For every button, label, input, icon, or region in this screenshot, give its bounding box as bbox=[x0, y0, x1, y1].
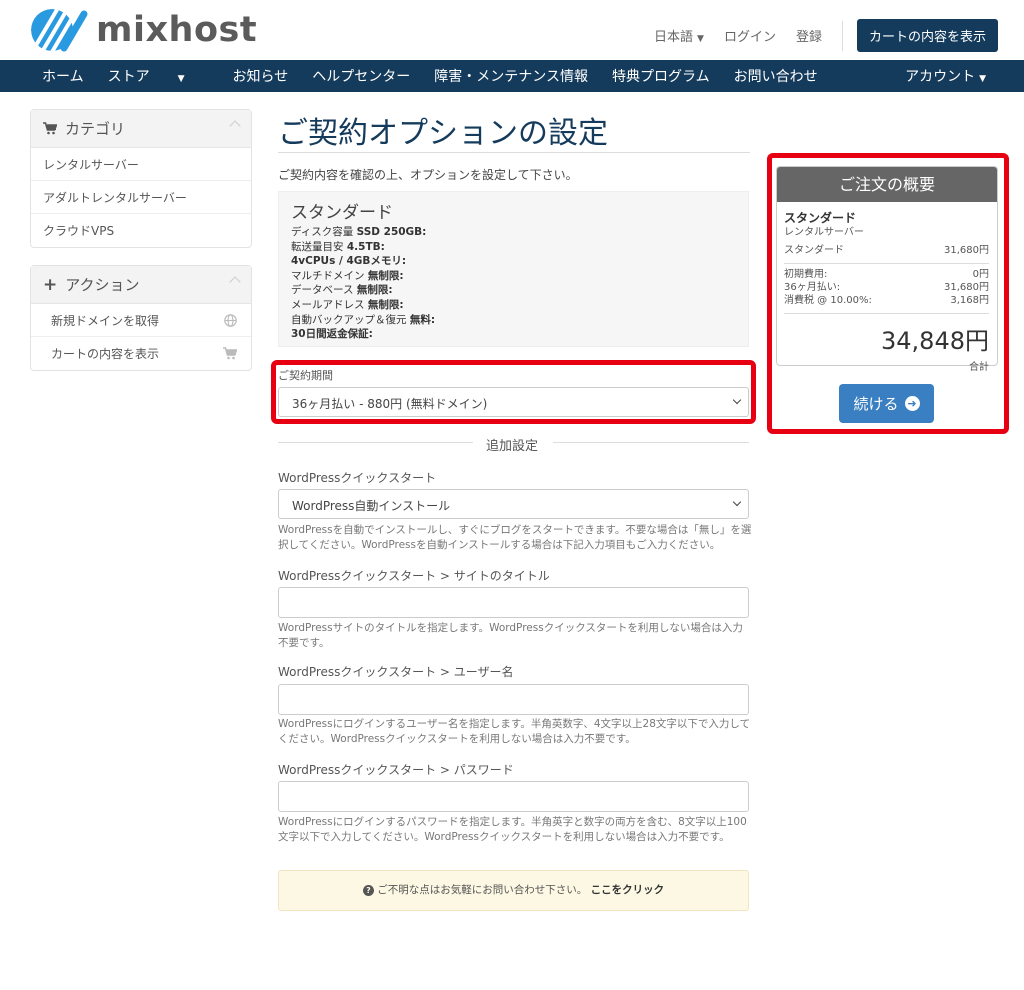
login-link[interactable]: ログイン bbox=[724, 26, 776, 45]
category-panel: カテゴリ レンタルサーバー アダルトレンタルサーバー クラウドVPS bbox=[30, 109, 252, 248]
wp-password-help: WordPressにログインするパスワードを指定します。半角英字と数字の両方を含… bbox=[278, 816, 747, 843]
divider-line bbox=[553, 442, 749, 443]
nav-account[interactable]: アカウント ▼ bbox=[905, 66, 986, 86]
caret-down-icon: ▼ bbox=[979, 74, 986, 84]
wp-username-input[interactable] bbox=[278, 684, 749, 715]
caret-down-icon: ▼ bbox=[697, 34, 704, 44]
plus-icon: + bbox=[43, 274, 58, 295]
sidebar-item-adult-rental-server[interactable]: アダルトレンタルサーバー bbox=[31, 181, 251, 214]
product-spec: データベース 無制限: bbox=[291, 284, 393, 297]
chevron-down-icon bbox=[732, 497, 742, 507]
site-header: mixhost 日本語 ▼ ログイン 登録 カートの内容を表示 bbox=[0, 0, 1024, 60]
category-panel-title: カテゴリ bbox=[65, 120, 126, 138]
help-notice-text: ご不明な点はお気軽にお問い合わせ下さい。 bbox=[377, 884, 588, 896]
main-nav: ホーム ストア ▼ お知らせ ヘルプセンター 障害・メンテナンス情報 特典プログラ… bbox=[0, 60, 1024, 92]
header-separator bbox=[841, 20, 843, 51]
billing-highlight-box bbox=[271, 360, 756, 424]
cart-icon bbox=[43, 122, 57, 135]
additional-settings-heading: 追加設定 bbox=[486, 439, 539, 454]
wp-password-input[interactable] bbox=[278, 781, 749, 812]
register-link[interactable]: 登録 bbox=[796, 26, 822, 45]
product-spec: メールアドレス 無制限: bbox=[291, 298, 404, 311]
collapse-chevron-icon[interactable] bbox=[229, 276, 241, 288]
nav-affiliate[interactable]: 特典プログラム bbox=[612, 66, 710, 86]
logo-text: mixhost bbox=[96, 10, 258, 50]
actions-panel-header[interactable]: + アクション bbox=[31, 266, 251, 304]
language-selector[interactable]: 日本語 ▼ bbox=[654, 26, 704, 45]
nav-help-center[interactable]: ヘルプセンター bbox=[312, 66, 410, 86]
product-info-box: スタンダード ディスク容量 SSD 250GB: 転送量目安 4.5TB: 4v… bbox=[278, 191, 749, 347]
product-name: スタンダード bbox=[291, 203, 393, 223]
page-title: ご契約オプションの設定 bbox=[278, 116, 608, 151]
cart-icon bbox=[223, 347, 237, 360]
nav-contact[interactable]: お問い合わせ bbox=[734, 66, 818, 86]
title-divider bbox=[278, 152, 750, 153]
wp-site-title-help: WordPressサイトのタイトルを指定します。WordPressクイックスター… bbox=[278, 622, 743, 649]
product-spec: ディスク容量 SSD 250GB: bbox=[291, 226, 427, 238]
sidebar-item-register-domain[interactable]: 新規ドメインを取得 bbox=[31, 304, 251, 337]
wp-password-label: WordPressクイックスタート > パスワード bbox=[278, 763, 514, 777]
contact-link[interactable]: ここをクリック bbox=[591, 884, 665, 896]
wp-quickstart-label: WordPressクイックスタート bbox=[278, 471, 437, 485]
actions-panel-title: アクション bbox=[65, 276, 140, 294]
nav-status[interactable]: 障害・メンテナンス情報 bbox=[434, 66, 588, 86]
wp-site-title-label: WordPressクイックスタート > サイトのタイトル bbox=[278, 569, 550, 583]
collapse-chevron-icon[interactable] bbox=[229, 120, 241, 132]
wp-username-help: WordPressにログインするユーザー名を指定します。半角英数字、4文字以上2… bbox=[278, 718, 751, 745]
logo-mark-icon bbox=[31, 9, 88, 52]
product-spec: 4vCPUs / 4GBメモリ: bbox=[291, 255, 407, 268]
summary-highlight-box bbox=[767, 153, 1009, 434]
divider-line bbox=[278, 442, 473, 443]
wp-site-title-input[interactable] bbox=[278, 587, 749, 618]
product-spec: マルチドメイン 無制限: bbox=[291, 269, 404, 282]
product-spec: 30日間返金保証: bbox=[291, 328, 373, 341]
wp-quickstart-help: WordPressを自動でインストールし、すぐにブログをスタートできます。不要な… bbox=[278, 524, 752, 551]
sidebar-item-cloud-vps[interactable]: クラウドVPS bbox=[31, 214, 251, 247]
nav-home[interactable]: ホーム bbox=[42, 66, 84, 86]
actions-panel: + アクション 新規ドメインを取得 カートの内容を表示 bbox=[30, 265, 252, 371]
question-circle-icon: ? bbox=[362, 884, 374, 896]
intro-text: ご契約内容を確認の上、オプションを設定して下さい。 bbox=[278, 168, 578, 182]
caret-down-icon: ▼ bbox=[177, 74, 185, 84]
nav-news[interactable]: お知らせ bbox=[233, 66, 289, 86]
wp-quickstart-select[interactable]: WordPress自動インストール bbox=[278, 489, 749, 519]
sidebar-item-rental-server[interactable]: レンタルサーバー bbox=[31, 148, 251, 181]
nav-store[interactable]: ストア ▼ bbox=[108, 66, 209, 86]
logo[interactable]: mixhost bbox=[30, 8, 257, 52]
category-panel-header[interactable]: カテゴリ bbox=[31, 110, 251, 148]
globe-icon bbox=[224, 314, 237, 327]
sidebar-item-view-cart[interactable]: カートの内容を表示 bbox=[31, 337, 251, 370]
wp-username-label: WordPressクイックスタート > ユーザー名 bbox=[278, 665, 514, 679]
product-spec: 転送量目安 4.5TB: bbox=[291, 240, 385, 253]
help-notice: ? ご不明な点はお気軽にお問い合わせ下さい。 ここをクリック bbox=[278, 870, 749, 911]
view-cart-button[interactable]: カートの内容を表示 bbox=[856, 19, 998, 52]
product-spec: 自動バックアップ＆復元 無料: bbox=[291, 313, 436, 326]
